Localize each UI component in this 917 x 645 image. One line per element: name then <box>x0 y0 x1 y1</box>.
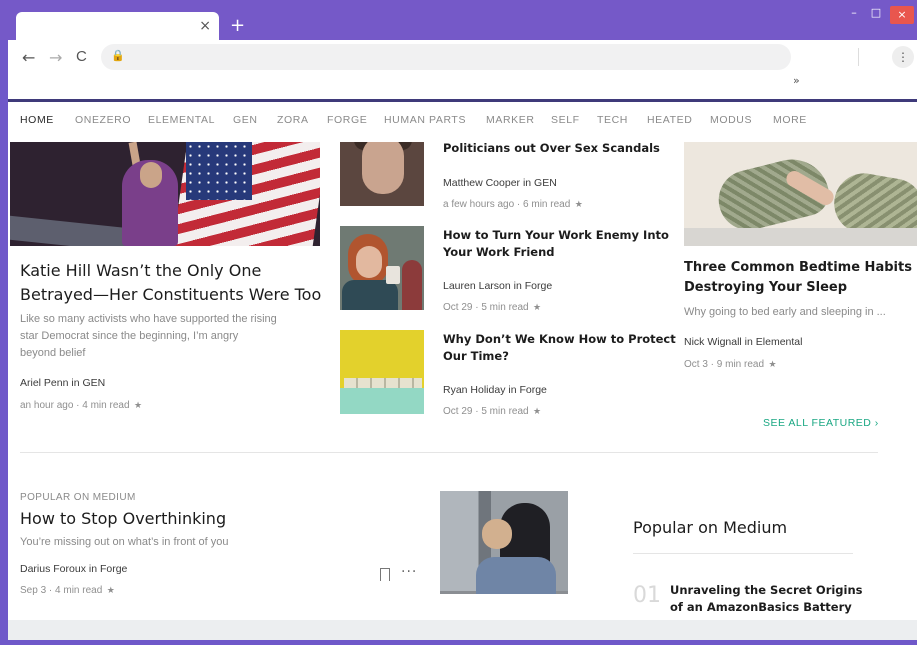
nav-marker[interactable]: MARKER <box>486 114 535 126</box>
popular-item-title-line2[interactable]: of an AmazonBasics Battery <box>670 599 852 616</box>
middle-story-2-image[interactable] <box>340 226 424 310</box>
popular-kicker: POPULAR ON MEDIUM <box>20 492 136 503</box>
browser-menu-icon[interactable]: ⋮ <box>892 46 914 68</box>
lead-story-title[interactable]: Katie Hill Wasn’t the Only One <box>20 259 261 283</box>
popular-story-excerpt[interactable]: You’re missing out on what’s in front of… <box>20 534 229 551</box>
minimize-icon[interactable]: – <box>846 6 862 24</box>
window-close-icon[interactable]: × <box>890 6 914 24</box>
popular-story-image[interactable] <box>440 491 568 594</box>
nav-tech[interactable]: TECH <box>597 114 628 126</box>
browser-tab-strip: × + – □ × <box>0 0 917 42</box>
address-bar[interactable]: 🔒 <box>101 44 791 70</box>
toolbar-divider <box>858 48 859 66</box>
nav-elemental[interactable]: ELEMENTAL <box>148 114 215 126</box>
nav-more[interactable]: MORE <box>773 114 807 126</box>
middle-story-3-meta-row: Oct 29 · 5 min read ★ <box>443 401 541 419</box>
lead-story-excerpt[interactable]: Like so many activists who have supporte… <box>20 311 277 328</box>
middle-story-1-meta-row: a few hours ago · 6 min read ★ <box>443 194 583 212</box>
lead-story-image[interactable] <box>10 142 320 246</box>
see-all-featured-link[interactable]: SEE ALL FEATURED › <box>763 417 879 429</box>
maximize-icon[interactable]: □ <box>868 6 884 24</box>
middle-story-3-author[interactable]: Ryan Holiday in Forge <box>443 384 547 396</box>
nav-home[interactable]: HOME <box>20 114 54 126</box>
right-story-image[interactable] <box>684 142 917 246</box>
middle-story-3-image[interactable] <box>340 330 424 414</box>
bookmarks-overflow-icon[interactable]: » <box>793 74 800 87</box>
right-story-author[interactable]: Nick Wignall in Elemental <box>684 336 802 348</box>
page-bottom-strip <box>8 620 917 640</box>
nav-modus[interactable]: MODUS <box>710 114 752 126</box>
reload-icon[interactable]: C <box>76 48 87 65</box>
middle-story-1-meta: a few hours ago · 6 min read <box>443 199 571 210</box>
popular-story-meta: Sep 3 · 4 min read <box>20 585 103 596</box>
middle-story-1-author[interactable]: Matthew Cooper in GEN <box>443 177 557 189</box>
nav-forge[interactable]: FORGE <box>327 114 367 126</box>
right-story-meta: Oct 3 · 9 min read <box>684 359 765 370</box>
middle-story-3-title-line2[interactable]: Our Time? <box>443 348 509 365</box>
lead-story-excerpt-line2[interactable]: star Democrat since the beginning, I’m a… <box>20 328 238 345</box>
middle-story-3-meta: Oct 29 · 5 min read <box>443 406 529 417</box>
popular-item-number: 01 <box>633 583 661 608</box>
popular-story-author[interactable]: Darius Foroux in Forge <box>20 563 127 575</box>
middle-story-2-meta: Oct 29 · 5 min read <box>443 302 529 313</box>
popular-story-meta-row: Sep 3 · 4 min read ★ <box>20 580 115 598</box>
lock-icon[interactable]: 🔒 <box>111 49 125 62</box>
middle-story-2-title-line2[interactable]: Your Work Friend <box>443 244 555 261</box>
popular-sidebar-heading: Popular on Medium <box>633 518 788 537</box>
middle-story-1-title[interactable]: Politicians out Over Sex Scandals <box>443 140 660 157</box>
lead-story-meta: an hour ago · 4 min read <box>20 400 130 411</box>
lead-story-title-line2[interactable]: Betrayed—Her Constituents Were Too <box>20 283 321 307</box>
browser-toolbar: ← → C 🔒 ⋮ » <box>8 40 917 100</box>
nav-gen[interactable]: GEN <box>233 114 258 126</box>
popular-item-title[interactable]: Unraveling the Secret Origins <box>670 582 863 599</box>
right-story-title-line2[interactable]: Destroying Your Sleep <box>684 278 847 298</box>
nav-human-parts[interactable]: HUMAN PARTS <box>384 114 466 126</box>
right-story-meta-row: Oct 3 · 9 min read ★ <box>684 354 777 372</box>
tab-close-icon[interactable]: × <box>199 18 211 34</box>
window-bottom-frame <box>0 640 917 645</box>
new-tab-icon[interactable]: + <box>230 15 245 36</box>
star-icon: ★ <box>574 200 583 210</box>
lead-story-author[interactable]: Ariel Penn in GEN <box>20 377 105 389</box>
lead-story-meta-row: an hour ago · 4 min read ★ <box>20 395 142 413</box>
star-icon: ★ <box>768 360 777 370</box>
nav-self[interactable]: SELF <box>551 114 580 126</box>
nav-zora[interactable]: ZORA <box>277 114 309 126</box>
browser-tab[interactable]: × <box>16 12 219 42</box>
bookmark-icon[interactable] <box>380 568 390 581</box>
medium-homepage: HOME ONEZERO ELEMENTAL GEN ZORA FORGE HU… <box>8 102 917 620</box>
right-story-excerpt[interactable]: Why going to bed early and sleeping in .… <box>684 304 886 321</box>
section-divider <box>20 452 878 453</box>
middle-story-2-author[interactable]: Lauren Larson in Forge <box>443 280 552 292</box>
middle-story-2-meta-row: Oct 29 · 5 min read ★ <box>443 297 541 315</box>
star-icon: ★ <box>533 303 542 313</box>
star-icon: ★ <box>106 586 115 596</box>
popular-story-title[interactable]: How to Stop Overthinking <box>20 507 226 531</box>
more-options-icon[interactable]: ··· <box>401 564 417 580</box>
right-story-title[interactable]: Three Common Bedtime Habits <box>684 258 912 278</box>
star-icon: ★ <box>133 401 143 411</box>
forward-arrow-icon[interactable]: → <box>49 48 62 67</box>
middle-story-2-title[interactable]: How to Turn Your Work Enemy Into <box>443 227 669 244</box>
nav-onezero[interactable]: ONEZERO <box>75 114 131 126</box>
lead-story-excerpt-line3[interactable]: beyond belief <box>20 345 85 362</box>
popular-sidebar-rule <box>633 553 853 554</box>
back-arrow-icon[interactable]: ← <box>22 48 35 67</box>
star-icon: ★ <box>533 407 542 417</box>
nav-heated[interactable]: HEATED <box>647 114 692 126</box>
middle-story-3-title[interactable]: Why Don’t We Know How to Protect <box>443 331 676 348</box>
middle-story-1-image[interactable] <box>340 142 424 206</box>
